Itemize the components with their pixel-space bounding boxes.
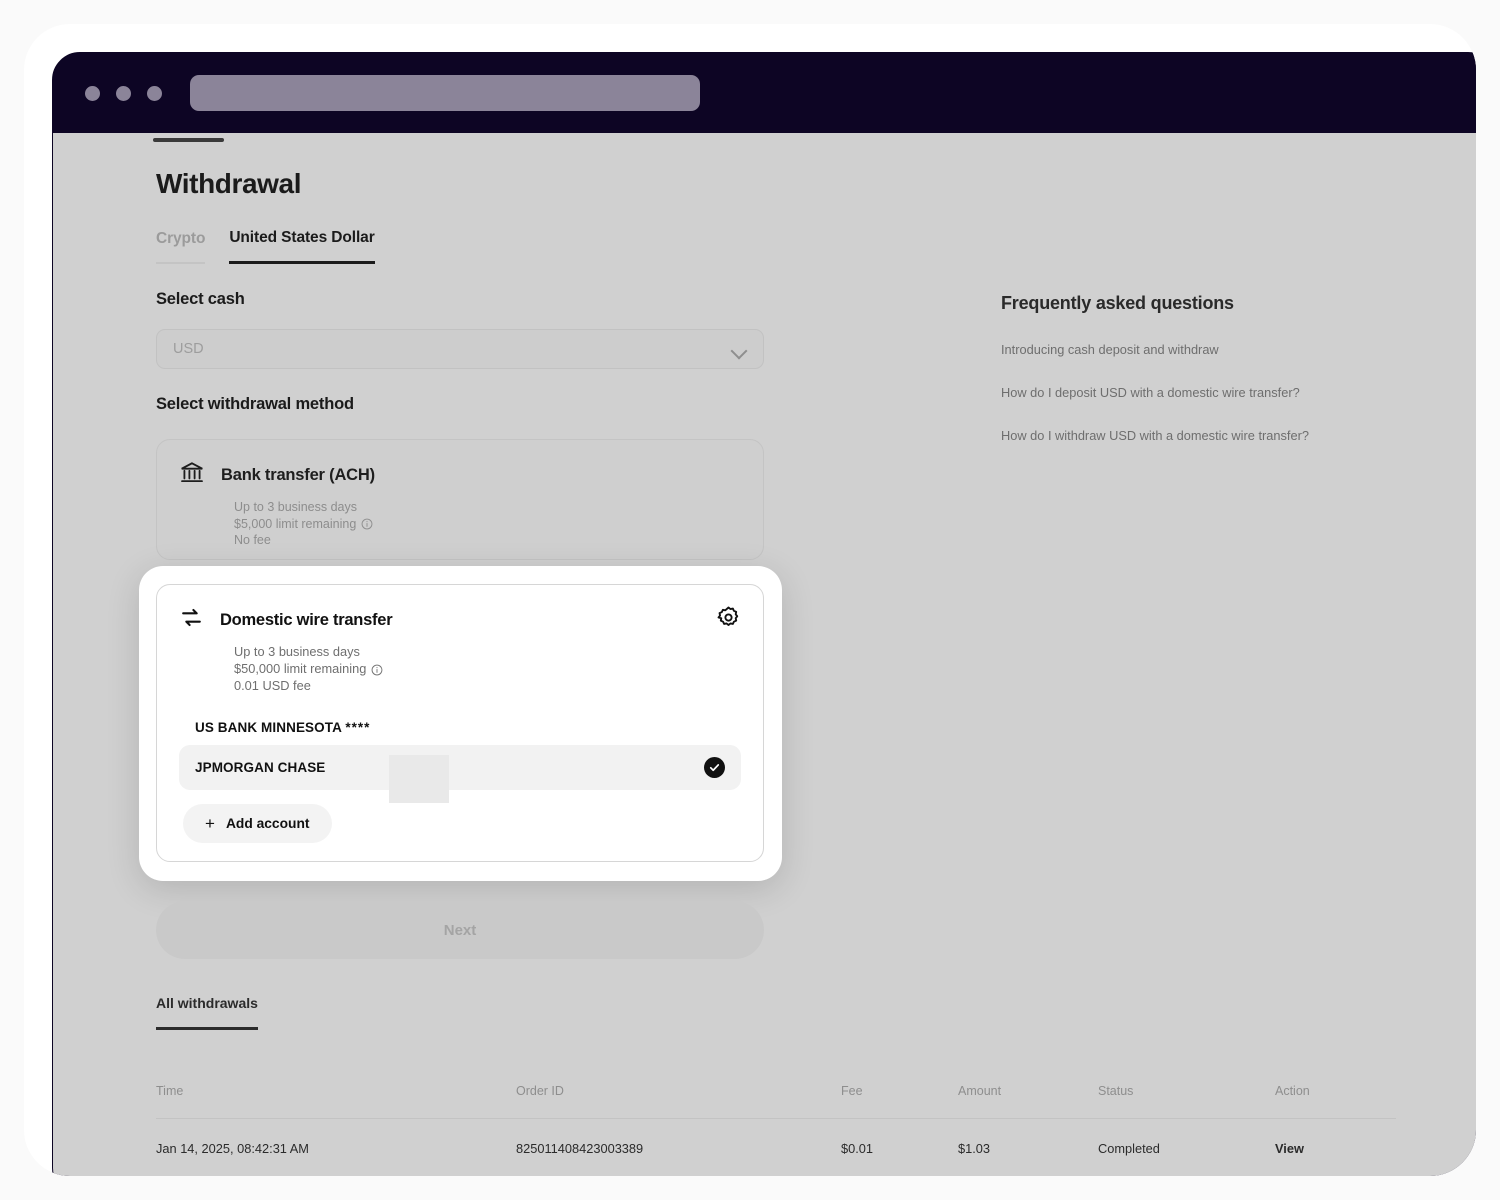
screenshot-root: Withdrawal Crypto United States Dollar S…: [0, 0, 1500, 1200]
cell-amount: $1.03: [958, 1140, 991, 1156]
ach-limit-row: $5,000 limit remaining: [234, 516, 741, 533]
table-row: Jan 14, 2025, 08:42:31 AM 82501140842300…: [156, 1119, 1396, 1176]
maximize-dot[interactable]: [147, 85, 162, 101]
account-name: US BANK MINNESOTA ****: [195, 720, 371, 735]
currency-select-value: USD: [173, 341, 204, 357]
window-controls: [85, 85, 162, 101]
outer-frame: Withdrawal Crypto United States Dollar S…: [24, 24, 1476, 1176]
faq-item-1[interactable]: How do I deposit USD with a domestic wir…: [1001, 385, 1393, 400]
method-card-ach-title: Bank transfer (ACH): [221, 466, 375, 484]
chevron-down-icon: [732, 345, 747, 354]
cell-fee: $0.01: [841, 1140, 874, 1156]
wire-transfer-spotlight: Domestic wire transfer Up to 3 business …: [139, 566, 782, 881]
gear-icon[interactable]: [716, 605, 741, 635]
account-name: JPMORGAN CHASE: [195, 760, 326, 775]
browser-titlebar: [53, 53, 1476, 133]
wire-limit-row: $50,000 limit remaining: [234, 660, 741, 677]
wire-fee: 0.01 USD fee: [234, 678, 311, 693]
tab-all-withdrawals[interactable]: All withdrawals: [156, 995, 258, 1030]
account-row-jpmorgan-chase[interactable]: JPMORGAN CHASE: [179, 745, 741, 790]
page-viewport: Withdrawal Crypto United States Dollar S…: [53, 133, 1476, 1176]
method-card-wire-details: Up to 3 business days $50,000 limit rema…: [234, 643, 741, 694]
account-row-us-bank[interactable]: US BANK MINNESOTA ****: [179, 718, 741, 745]
bank-icon: [179, 460, 205, 491]
ach-fee: No fee: [234, 533, 271, 547]
method-card-ach-header: Bank transfer (ACH): [179, 460, 741, 491]
transfer-arrows-icon: [179, 605, 204, 635]
column-header-amount: Amount: [958, 1083, 1002, 1098]
faq-title: Frequently asked questions: [1001, 293, 1234, 313]
tab-united-states-dollar[interactable]: United States Dollar: [229, 229, 375, 264]
method-card-wire-title: Domestic wire transfer: [220, 610, 393, 629]
redaction-block: [389, 755, 449, 803]
close-dot[interactable]: [85, 85, 100, 101]
table-header-row: Time Order ID Fee Amount Status Action: [156, 1063, 1396, 1119]
wire-limit: $50,000 limit remaining: [234, 661, 367, 676]
faq-item-2[interactable]: How do I withdraw USD with a domestic wi…: [1001, 428, 1393, 443]
check-circle-icon: [704, 757, 725, 778]
page-content: Withdrawal Crypto United States Dollar S…: [53, 133, 1476, 1176]
page-title: Withdrawal: [156, 168, 302, 199]
add-account-label: Add account: [225, 816, 310, 831]
next-button[interactable]: Next: [156, 901, 764, 959]
faq-item-0[interactable]: Introducing cash deposit and withdraw: [1001, 342, 1393, 357]
add-account-button[interactable]: + Add account: [183, 804, 332, 843]
account-list: US BANK MINNESOTA **** JPMORGAN CHASE: [179, 718, 741, 790]
cell-order-id: 825011408423003389: [516, 1140, 644, 1156]
tab-crypto[interactable]: Crypto: [156, 230, 205, 264]
ach-duration: Up to 3 business days: [234, 500, 357, 514]
withdrawals-table: Time Order ID Fee Amount Status Action J…: [156, 1063, 1396, 1176]
browser-window: Withdrawal Crypto United States Dollar S…: [52, 52, 1476, 1176]
select-cash-label: Select cash: [156, 290, 245, 308]
cell-time: Jan 14, 2025, 08:42:31 AM: [156, 1140, 309, 1156]
wire-title-group: Domestic wire transfer: [179, 605, 393, 635]
column-header-order-id: Order ID: [516, 1083, 564, 1098]
plus-icon: +: [205, 814, 215, 833]
cell-action-view[interactable]: View: [1275, 1141, 1395, 1156]
currency-tabs: Crypto United States Dollar: [156, 229, 375, 264]
address-bar[interactable]: [190, 75, 700, 111]
column-header-status: Status: [1098, 1083, 1134, 1098]
column-header-fee: Fee: [841, 1083, 863, 1098]
currency-select[interactable]: USD: [156, 329, 764, 369]
method-card-ach[interactable]: Bank transfer (ACH) Up to 3 business day…: [156, 439, 764, 560]
wire-duration: Up to 3 business days: [234, 644, 360, 659]
select-method-label: Select withdrawal method: [156, 395, 354, 413]
faq-panel: Frequently asked questions Introducing c…: [1001, 293, 1393, 443]
cell-status: Completed: [1098, 1140, 1160, 1156]
method-card-wire-header: Domestic wire transfer: [179, 605, 741, 635]
column-header-time: Time: [156, 1083, 184, 1098]
method-card-ach-details: Up to 3 business days $5,000 limit remai…: [234, 499, 741, 549]
minimize-dot[interactable]: [116, 85, 131, 101]
ach-limit: $5,000 limit remaining: [234, 516, 357, 531]
info-icon[interactable]: [361, 518, 373, 530]
method-card-wire[interactable]: Domestic wire transfer Up to 3 business …: [156, 584, 764, 862]
info-icon[interactable]: [371, 663, 383, 675]
column-header-action: Action: [1275, 1083, 1310, 1098]
